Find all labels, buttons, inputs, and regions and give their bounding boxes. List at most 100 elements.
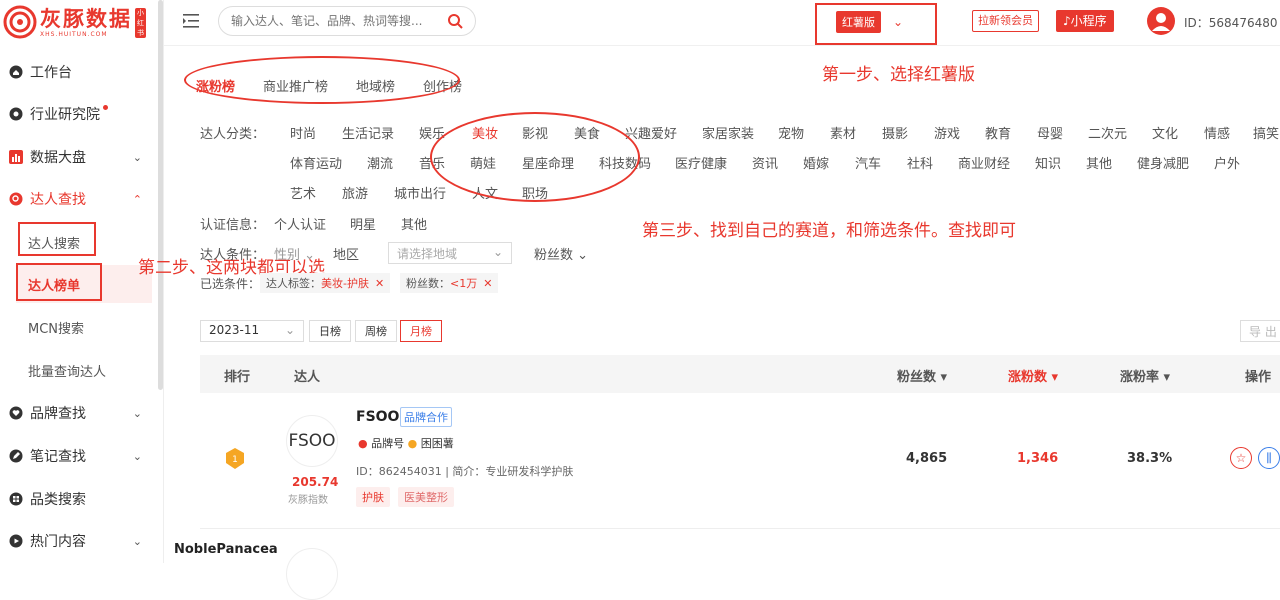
sidebar-scrollbar[interactable] (158, 0, 163, 390)
sidebar-item-brand-search[interactable]: 品牌查找 ⌄ (0, 393, 160, 433)
brand-badge: 小红书 (135, 8, 146, 38)
category-label: 达人分类： (200, 127, 266, 142)
sidebar-item-note-search[interactable]: 笔记查找 ⌄ (0, 436, 160, 476)
kol-name[interactable]: NoblePanacea (174, 542, 278, 557)
brand-name: 灰豚数据 (40, 6, 132, 31)
category-option[interactable]: 体育运动 (290, 153, 342, 172)
category-filter-label: 达人分类： (200, 123, 265, 142)
category-option[interactable]: 二次元 (1088, 123, 1127, 142)
category-option[interactable]: 文化 (1152, 123, 1178, 142)
category-option[interactable]: 医疗健康 (675, 153, 727, 172)
brand-logo[interactable]: 灰豚数据 XHS.HUITUN.COM 小红书 (2, 4, 152, 40)
sidebar-item-label: 热门内容 (30, 534, 86, 550)
header-fans[interactable]: 粉丝数 ▾ (897, 366, 947, 385)
sidebar-item-dashboard[interactable]: 数据大盘 ⌄ (0, 137, 160, 177)
close-icon[interactable]: ✕ (375, 277, 384, 290)
cert-personal[interactable]: 个人认证 (274, 214, 326, 233)
category-option[interactable]: 健身减肥 (1137, 153, 1189, 172)
table-row[interactable]: 1 FSOO 205.74 灰豚指数 FSOO 品牌合作 ● 品牌号 ● 困困薯… (200, 393, 1280, 529)
category-option[interactable]: 其他 (1086, 153, 1112, 172)
category-option[interactable]: 教育 (985, 123, 1011, 142)
category-option[interactable]: 母婴 (1037, 123, 1063, 142)
search-input[interactable] (231, 14, 447, 28)
kol-name[interactable]: FSOO (356, 409, 399, 425)
header-growth[interactable]: 涨粉数 ▾ (1008, 366, 1058, 385)
category-option[interactable]: 婚嫁 (803, 153, 829, 172)
selected-chip-tag[interactable]: 达人标签：美妆-护肤 ✕ (260, 273, 391, 293)
close-icon[interactable]: ✕ (483, 277, 492, 290)
cert-other[interactable]: 其他 (401, 214, 427, 233)
kol-avatar[interactable] (286, 548, 338, 600)
category-option[interactable]: 素材 (830, 123, 856, 142)
sidebar-subitem-mcn-search[interactable]: MCN搜索 (16, 308, 152, 346)
promo-button[interactable]: 拉新领会员 (972, 10, 1039, 32)
category-option[interactable]: 旅游 (342, 183, 368, 202)
mini-program-button[interactable]: ♪小程序 (1056, 10, 1114, 32)
date-select[interactable]: 2023-11 ⌄ (200, 320, 304, 342)
search-icon[interactable] (447, 13, 463, 29)
gender-select[interactable]: 性别 ⌄ (274, 244, 315, 263)
export-button[interactable]: 导 出 (1240, 320, 1280, 342)
menu-collapse-icon[interactable] (182, 12, 200, 30)
sidebar-item-research[interactable]: 行业研究院 (0, 94, 160, 134)
category-option[interactable]: 摄影 (882, 123, 908, 142)
sidebar-subitem-batch-query[interactable]: 批量查询达人 (16, 351, 152, 389)
kol-id-bio: ID：862454031 | 简介：专业研发科学护肤 (356, 465, 574, 478)
kol-avatar[interactable]: FSOO (286, 415, 338, 467)
sidebar-item-category-search[interactable]: 品类搜索 (0, 479, 160, 519)
annotation-ellipse-categories (430, 112, 640, 202)
growth-rate: 38.3% (1127, 451, 1173, 466)
annotation-box-ranking (16, 263, 102, 301)
category-option[interactable]: 搞笑 (1253, 123, 1279, 142)
category-option[interactable]: 游戏 (934, 123, 960, 142)
sidebar-item-kol-search[interactable]: 达人查找 ⌃ (0, 179, 160, 219)
selected-label: 已选条件： (200, 277, 261, 291)
chip-key: 达人标签： (266, 277, 321, 290)
header-rate[interactable]: 涨粉率 ▾ (1120, 366, 1170, 385)
cert-star[interactable]: 明星 (350, 214, 376, 233)
rank-medal-icon: 1 (226, 448, 244, 469)
category-option[interactable]: 艺术 (290, 183, 316, 202)
period-weekly[interactable]: 周榜 (355, 320, 397, 342)
category-option[interactable]: 兴趣爱好 (625, 123, 677, 142)
chevron-down-icon: ⌄ (132, 406, 142, 420)
date-value: 2023-11 (209, 323, 260, 337)
kol-tag: 护肤 (356, 487, 390, 507)
period-daily[interactable]: 日榜 (309, 320, 351, 342)
sidebar-item-label: 工作台 (30, 65, 72, 81)
sidebar-item-hot-content[interactable]: 热门内容 ⌄ (0, 521, 160, 561)
category-option[interactable]: 资讯 (752, 153, 778, 172)
person-icon: ● (358, 437, 368, 450)
fans-select[interactable]: 粉丝数 ⌄ (534, 244, 588, 263)
category-option[interactable]: 时尚 (290, 123, 316, 142)
chevron-down-icon: ⌄ (132, 150, 142, 164)
chevron-up-icon: ⌃ (132, 192, 142, 206)
search-bar[interactable] (218, 6, 476, 36)
category-option[interactable]: 商业财经 (958, 153, 1010, 172)
chevron-down-icon: ⌄ (132, 534, 142, 548)
category-option[interactable]: 户外 (1214, 153, 1240, 172)
compare-icon[interactable]: ⫼ (1258, 447, 1280, 469)
region-select[interactable]: 请选择地域 ⌄ (388, 242, 512, 264)
category-option[interactable]: 城市出行 (394, 183, 446, 202)
category-option[interactable]: 情感 (1204, 123, 1230, 142)
kol-tag: 医美整形 (398, 487, 454, 507)
category-option[interactable]: 汽车 (855, 153, 881, 172)
sidebar-item-label: 达人查找 (30, 192, 86, 208)
category-option[interactable]: 宠物 (778, 123, 804, 142)
category-option[interactable]: 生活记录 (342, 123, 394, 142)
main-content: 涨粉榜 商业推广榜 地域榜 创作榜 达人分类： 时尚 生活记录 娱乐 美妆 影视 美食 兴趣… (182, 54, 1280, 563)
chip-value: <1万 (450, 277, 478, 290)
category-option[interactable]: 潮流 (367, 153, 393, 172)
selected-chip-fans[interactable]: 粉丝数：<1万 ✕ (400, 273, 499, 293)
category-option[interactable]: 知识 (1035, 153, 1061, 172)
chip-value: 美妆-护肤 (321, 277, 369, 290)
category-option[interactable]: 家居家装 (702, 123, 754, 142)
period-monthly[interactable]: 月榜 (400, 320, 442, 342)
annotation-ellipse-tabs (184, 56, 460, 104)
tiktok-icon: ♪ (1063, 14, 1071, 28)
star-icon[interactable]: ☆ (1230, 447, 1252, 469)
category-option[interactable]: 社科 (907, 153, 933, 172)
avatar[interactable] (1147, 7, 1175, 35)
sidebar-item-workbench[interactable]: 工作台 (0, 52, 160, 92)
